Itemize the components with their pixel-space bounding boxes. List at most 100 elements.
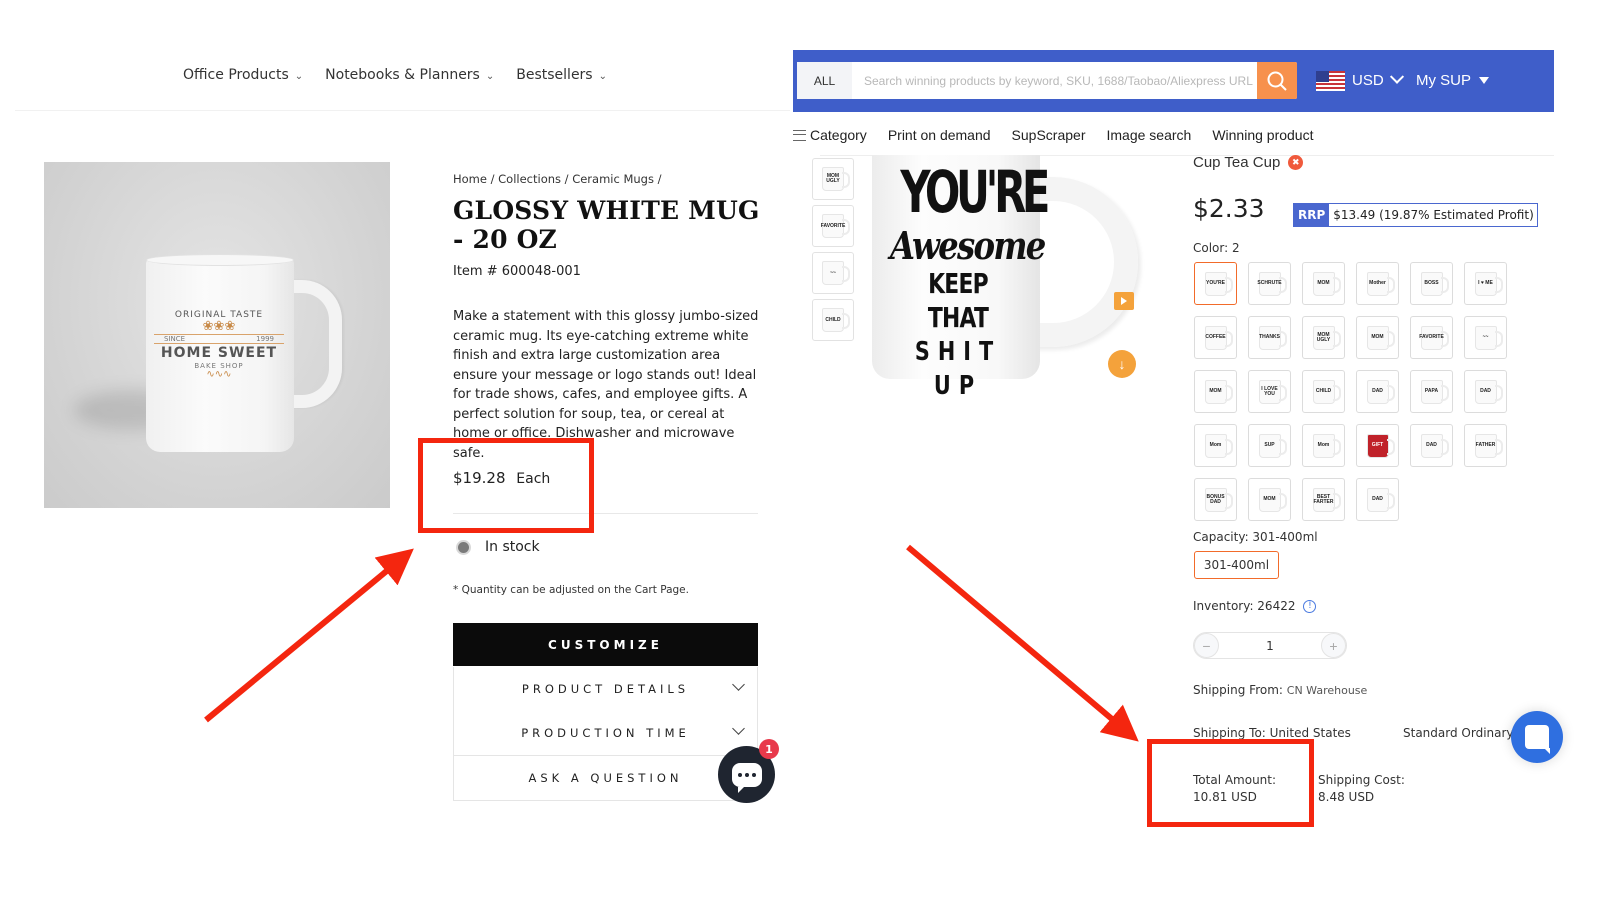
breadcrumb[interactable]: Home / Collections / Ceramic Mugs / xyxy=(453,172,662,186)
stock-status: In stock xyxy=(458,539,540,555)
swatch-image: THANKS xyxy=(1258,325,1287,350)
swatch-image: MOM xyxy=(1366,325,1395,350)
support-chat-button[interactable] xyxy=(1511,711,1563,763)
product-title: GLOSSY WHITE MUG - 20 OZ xyxy=(453,196,760,254)
chevron-down-icon xyxy=(732,678,745,691)
swatch-image: MOM xyxy=(1312,271,1341,296)
search-scope-select[interactable]: ALL xyxy=(797,62,852,99)
color-swatch[interactable]: FATHER xyxy=(1464,424,1507,467)
nav-office-products[interactable]: Office Products ⌄ xyxy=(183,67,303,83)
nav-bestsellers[interactable]: Bestsellers ⌄ xyxy=(516,67,607,83)
color-swatch[interactable]: MOM xyxy=(1356,316,1399,359)
capacity-option[interactable]: 301-400ml xyxy=(1194,551,1279,579)
search-icon xyxy=(1267,71,1287,91)
accordion-ask-question[interactable]: ASK A QUESTION xyxy=(453,756,758,801)
shipping-from-value[interactable]: CN Warehouse xyxy=(1287,684,1368,697)
item-number: Item # 600048-001 xyxy=(453,264,581,279)
accordion-production-time[interactable]: PRODUCTION TIME xyxy=(453,711,758,756)
color-swatch[interactable]: MOM xyxy=(1302,262,1345,305)
product-image[interactable]: ORIGINAL TASTE ❀❀❀ SINCE 1999 HOME SWEET… xyxy=(44,162,390,508)
color-swatch[interactable]: MOM xyxy=(1194,370,1237,413)
nav-winning-product[interactable]: Winning product xyxy=(1212,127,1313,143)
currency-label: USD xyxy=(1352,72,1384,89)
nav-notebooks-planners[interactable]: Notebooks & Planners ⌄ xyxy=(325,67,494,83)
color-swatch-grid: YOU'RE SCHRUTE MOM Mother BOSS I ♥ ME COFFEE TH… xyxy=(1194,262,1507,521)
mug-print: YOU'RE Awesome KEEP THAT SHIT UP xyxy=(878,158,1050,403)
thumbnail-image: ~~ xyxy=(822,261,850,285)
account-menu[interactable]: My SUP xyxy=(1416,72,1490,89)
accordion-label: PRODUCT DETAILS xyxy=(521,682,690,696)
chevron-down-icon: ⌄ xyxy=(294,70,304,82)
logo-since: SINCE xyxy=(164,335,186,343)
color-swatch[interactable]: GIFT xyxy=(1356,424,1399,467)
video-play-icon[interactable] xyxy=(1114,292,1134,310)
nav-image-search[interactable]: Image search xyxy=(1106,127,1191,143)
thumbnail[interactable]: MOM UGLY xyxy=(812,158,854,200)
swatch-image: GIFT xyxy=(1366,433,1395,458)
store-main-nav: Office Products ⌄ Notebooks & Planners ⌄… xyxy=(0,55,790,95)
search-button[interactable] xyxy=(1257,62,1297,99)
color-swatch[interactable]: Mom xyxy=(1194,424,1237,467)
color-swatch[interactable]: BONUS DAD xyxy=(1194,478,1237,521)
mug-text-line: YOU'RE xyxy=(900,158,1050,226)
color-swatch[interactable]: PAPA xyxy=(1410,370,1453,413)
thumbnail[interactable]: ~~ xyxy=(812,252,854,294)
color-swatch[interactable]: BOSS xyxy=(1410,262,1453,305)
arrow-to-total-amount xyxy=(906,544,1139,742)
quantity-stepper: − + xyxy=(1193,632,1347,659)
color-swatch[interactable]: Mother xyxy=(1356,262,1399,305)
accordion-product-details[interactable]: PRODUCT DETAILS xyxy=(453,667,758,712)
currency-selector[interactable]: USD xyxy=(1352,69,1404,89)
quantity-note: * Quantity can be adjusted on the Cart P… xyxy=(453,584,689,596)
decrement-button[interactable]: − xyxy=(1194,633,1219,658)
color-swatch[interactable]: CHILD xyxy=(1302,370,1345,413)
thumbnail[interactable]: FAVORITE xyxy=(812,205,854,247)
info-icon[interactable]: ! xyxy=(1303,599,1317,613)
color-swatch[interactable]: ~~ xyxy=(1464,316,1507,359)
color-swatch[interactable]: I ♥ ME xyxy=(1464,262,1507,305)
color-swatch[interactable]: SUP xyxy=(1248,424,1291,467)
swatch-image: YOU'RE xyxy=(1204,271,1233,296)
mug-text-line: KEEP THAT xyxy=(927,267,989,334)
color-swatch[interactable]: SCHRUTE xyxy=(1248,262,1291,305)
chevron-down-icon xyxy=(1389,69,1404,84)
swirl-ornament-icon: ∿∿∿ xyxy=(206,369,232,380)
increment-button[interactable]: + xyxy=(1321,633,1346,658)
color-swatch[interactable]: BEST FARTER xyxy=(1302,478,1345,521)
swatch-image: FATHER xyxy=(1474,433,1503,458)
thumbnail-image: MOM UGLY xyxy=(822,167,850,191)
inventory-label: Inventory: 26422 xyxy=(1193,599,1296,613)
shipping-method[interactable]: Standard Ordinary xyxy=(1403,726,1514,740)
color-swatch[interactable]: DAD xyxy=(1356,478,1399,521)
color-swatch[interactable]: MOM UGLY xyxy=(1302,316,1345,359)
us-flag-icon[interactable] xyxy=(1316,71,1345,91)
quantity-input[interactable] xyxy=(1240,638,1300,653)
account-menu-label: My SUP xyxy=(1416,72,1472,89)
color-swatch[interactable]: I LOVE YOU xyxy=(1248,370,1291,413)
color-swatch[interactable]: COFFEE xyxy=(1194,316,1237,359)
download-icon[interactable]: ↓ xyxy=(1108,350,1136,378)
nav-print-on-demand[interactable]: Print on demand xyxy=(888,127,991,143)
color-swatch[interactable]: DAD xyxy=(1410,424,1453,467)
color-swatch[interactable]: THANKS xyxy=(1248,316,1291,359)
thumbnail[interactable]: CHILD xyxy=(812,299,854,341)
swatch-image: DAD xyxy=(1420,433,1449,458)
nav-label: Notebooks & Planners xyxy=(325,67,480,83)
customize-button[interactable]: CUSTOMIZE xyxy=(453,623,758,666)
search-input[interactable] xyxy=(852,62,1257,99)
shipping-to[interactable]: Shipping To: United States xyxy=(1193,726,1351,740)
shipping-cost-label: Shipping Cost: xyxy=(1318,773,1405,787)
color-swatch[interactable]: DAD xyxy=(1464,370,1507,413)
thumbnail-list: MOM UGLY FAVORITE ~~ CHILD xyxy=(812,158,854,341)
main-product-image[interactable]: YOU'RE Awesome KEEP THAT SHIT UP xyxy=(872,155,1142,401)
color-swatch[interactable]: YOU'RE xyxy=(1194,262,1237,305)
color-swatch[interactable]: Mom xyxy=(1302,424,1345,467)
chevron-down-icon xyxy=(732,722,745,735)
color-swatch[interactable]: FAVORITE xyxy=(1410,316,1453,359)
color-label: Color: 2 xyxy=(1193,241,1240,255)
nav-category[interactable]: Category xyxy=(793,127,867,143)
color-swatch[interactable]: MOM xyxy=(1248,478,1291,521)
nav-supscraper[interactable]: SupScraper xyxy=(1012,127,1086,143)
color-swatch[interactable]: DAD xyxy=(1356,370,1399,413)
mug-logo: ORIGINAL TASTE ❀❀❀ SINCE 1999 HOME SWEET… xyxy=(154,310,284,380)
